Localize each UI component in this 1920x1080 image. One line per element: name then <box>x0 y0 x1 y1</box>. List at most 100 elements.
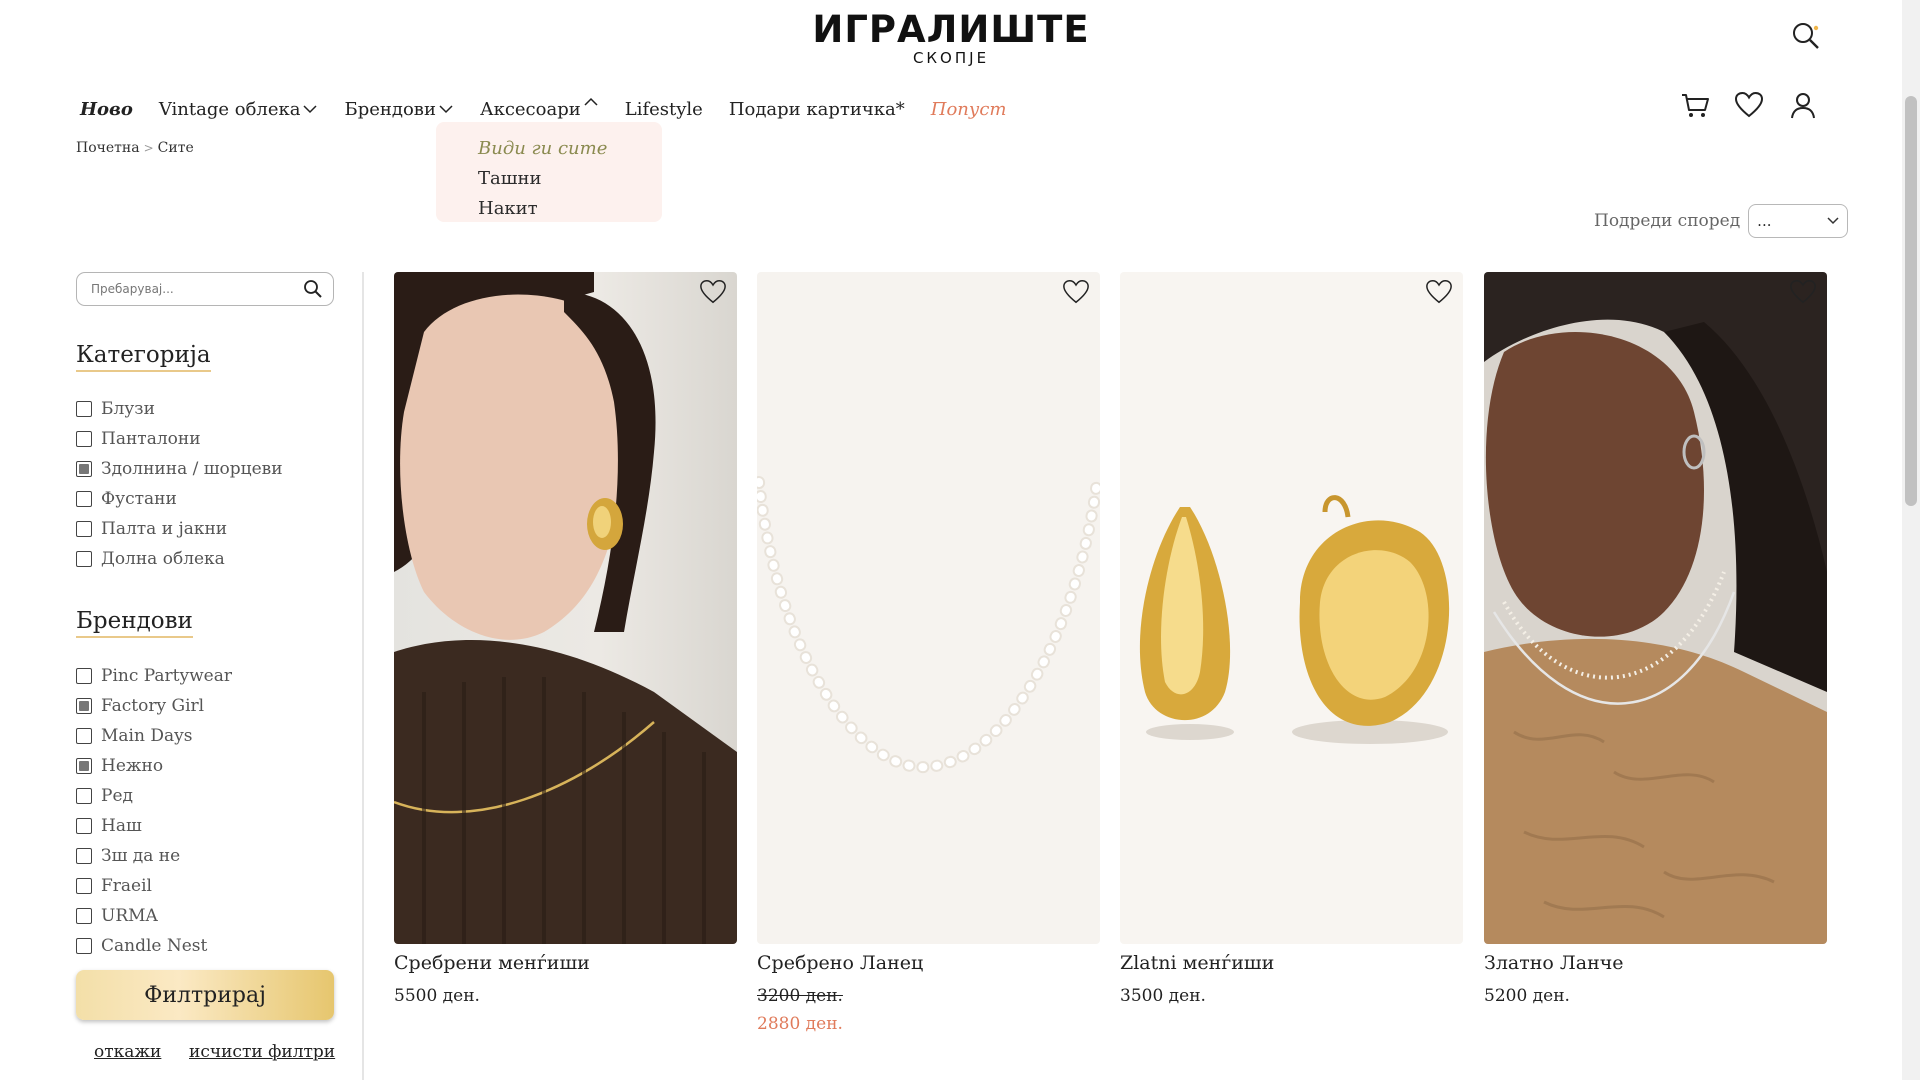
brand-item[interactable]: Зш да не <box>76 841 232 871</box>
checkbox[interactable] <box>76 491 92 507</box>
brand-item[interactable]: Candle Nest <box>76 931 232 961</box>
breadcrumb-current: Сите <box>157 140 194 156</box>
site-logo[interactable]: ИГРАЛИШТЕ СКОПЈЕ <box>0 8 1902 66</box>
chevron-down-icon <box>303 105 318 114</box>
product-sale-price: 2880 ден. <box>757 1014 843 1034</box>
search-input[interactable]: Пребарувај... <box>76 272 334 306</box>
dropdown-item-bags[interactable]: Ташни <box>478 164 662 194</box>
checkbox[interactable] <box>76 848 92 864</box>
nav-item-new[interactable]: Ново <box>80 99 133 120</box>
brand-item[interactable]: Main Days <box>76 721 232 751</box>
product-price: 5200 ден. <box>1484 986 1570 1006</box>
category-section: Категорија <box>76 342 211 372</box>
product-card[interactable]: Сребрено Ланец 3200 ден. 2880 ден. <box>757 272 1100 1034</box>
wishlist-heart-icon[interactable] <box>699 278 727 306</box>
checkbox-checked[interactable] <box>76 461 92 477</box>
breadcrumb-separator: > <box>143 141 154 155</box>
checkbox[interactable] <box>76 431 92 447</box>
checkbox[interactable] <box>76 668 92 684</box>
brand-item[interactable]: URMA <box>76 901 232 931</box>
breadcrumb-home[interactable]: Почетна <box>76 140 140 156</box>
product-name[interactable]: Сребрено Ланец <box>757 952 1100 978</box>
sort-select[interactable]: ... <box>1748 204 1849 238</box>
accessories-dropdown: Види ги сите Ташни Накит <box>436 122 662 222</box>
brand-item[interactable]: Fraeil <box>76 871 232 901</box>
search-icon[interactable] <box>1790 20 1822 52</box>
product-old-price: 3200 ден. <box>757 986 843 1006</box>
product-image[interactable] <box>757 272 1100 944</box>
checkbox-checked[interactable] <box>76 758 92 774</box>
checkbox[interactable] <box>76 818 92 834</box>
product-card[interactable]: Zlatni менѓиши 3500 ден. <box>1120 272 1463 1006</box>
category-item[interactable]: Блузи <box>76 394 283 424</box>
brand-item[interactable]: Наш <box>76 811 232 841</box>
nav-item-sale[interactable]: Попуст <box>931 99 1007 120</box>
checkbox[interactable] <box>76 521 92 537</box>
checkbox-checked[interactable] <box>76 698 92 714</box>
wishlist-heart-icon[interactable] <box>1062 278 1090 306</box>
brand-item[interactable]: Ред <box>76 781 232 811</box>
brand-item[interactable]: Pinc Partywear <box>76 661 232 691</box>
category-list: Блузи Панталони Здолнина / шорцеви Фуста… <box>76 394 283 574</box>
search-icon[interactable] <box>303 279 323 299</box>
brand-item[interactable]: Factory Girl <box>76 691 232 721</box>
nav-item-gift-card[interactable]: Подари картичка* <box>729 99 905 120</box>
sort-selected-value: ... <box>1757 212 1772 230</box>
brand-item[interactable]: Нежно <box>76 751 232 781</box>
product-card[interactable]: Сребрени менѓиши 5500 ден. <box>394 272 737 1006</box>
logo-subtitle: СКОПЈЕ <box>912 49 990 67</box>
search-placeholder: Пребарувај... <box>91 282 174 296</box>
category-item[interactable]: Фустани <box>76 484 283 514</box>
wishlist-heart-icon[interactable] <box>1734 90 1764 120</box>
chevron-up-icon <box>584 97 598 106</box>
product-name[interactable]: Zlatni менѓиши <box>1120 952 1463 978</box>
cancel-link[interactable]: откажи <box>94 1042 161 1062</box>
wishlist-heart-icon[interactable] <box>1425 278 1453 306</box>
wishlist-heart-icon[interactable] <box>1789 278 1817 306</box>
filter-button-label: Филтрирај <box>144 982 266 1008</box>
product-image[interactable] <box>1120 272 1463 944</box>
sidebar-divider <box>362 272 364 1080</box>
clear-filters-link[interactable]: исчисти филтри <box>189 1042 335 1062</box>
brand-list: Pinc Partywear Factory Girl Main Days Не… <box>76 661 232 971</box>
product-price: 3500 ден. <box>1120 986 1206 1006</box>
nav-item-lifestyle[interactable]: Lifestyle <box>625 99 703 120</box>
checkbox[interactable] <box>76 878 92 894</box>
cart-icon[interactable] <box>1680 90 1710 120</box>
scrollbar-thumb[interactable] <box>1905 96 1917 506</box>
checkbox[interactable] <box>76 908 92 924</box>
product-image[interactable] <box>394 272 737 944</box>
checkbox[interactable] <box>76 551 92 567</box>
checkbox[interactable] <box>76 728 92 744</box>
nav-item-vintage[interactable]: Vintage облека <box>159 99 319 120</box>
brands-section: Брендови <box>76 608 193 638</box>
product-image[interactable] <box>1484 272 1827 944</box>
breadcrumb: Почетна > Сите <box>76 140 194 156</box>
chevron-down-icon <box>1827 217 1839 225</box>
category-item[interactable]: Панталони <box>76 424 283 454</box>
brands-title: Брендови <box>76 608 193 638</box>
product-card[interactable]: Златно Ланче 5200 ден. <box>1484 272 1827 1006</box>
checkbox[interactable] <box>76 401 92 417</box>
header-actions <box>1680 90 1818 120</box>
category-item[interactable]: Долна облека <box>76 544 283 574</box>
filter-button[interactable]: Филтрирај <box>76 970 334 1020</box>
nav-item-brands[interactable]: Брендови <box>344 99 453 120</box>
nav-item-accessories[interactable]: Аксесоари <box>480 97 599 120</box>
sort-control: Подреди според ... <box>1594 204 1849 238</box>
category-item[interactable]: Палта и јакни <box>76 514 283 544</box>
product-price: 5500 ден. <box>394 986 480 1006</box>
chevron-down-icon <box>439 105 453 114</box>
category-item[interactable]: Здолнина / шорцеви <box>76 454 283 484</box>
logo-title: ИГРАЛИШТЕ <box>812 8 1090 51</box>
user-icon[interactable] <box>1788 90 1818 120</box>
checkbox[interactable] <box>76 938 92 954</box>
category-title: Категорија <box>76 342 211 372</box>
dropdown-item-jewelry[interactable]: Накит <box>478 194 662 224</box>
dropdown-item-view-all[interactable]: Види ги сите <box>478 134 662 164</box>
main-nav: Ново Vintage облека Брендови Аксесоари L… <box>80 96 1032 122</box>
product-name[interactable]: Златно Ланче <box>1484 952 1827 978</box>
product-name[interactable]: Сребрени менѓиши <box>394 952 737 978</box>
sort-label: Подреди според <box>1594 211 1741 231</box>
checkbox[interactable] <box>76 788 92 804</box>
